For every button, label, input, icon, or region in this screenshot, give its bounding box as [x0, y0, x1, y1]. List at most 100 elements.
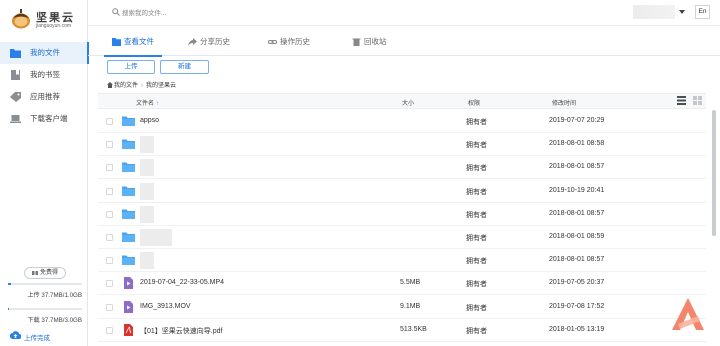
redacted-file-name[interactable] — [140, 229, 172, 246]
file-name[interactable]: appso — [140, 117, 159, 124]
file-name[interactable]: 2019-07-04_22-33-05.MP4 — [140, 279, 224, 286]
table-row[interactable]: 拥有者 2018-08-01 08:59 — [98, 226, 706, 249]
column-header-name-label: 文件名 — [136, 101, 155, 107]
folder-icon — [122, 232, 135, 242]
file-name[interactable]: 【01】坚果云快速向导.pdf — [140, 326, 222, 336]
tab-label: 分享历史 — [200, 37, 230, 46]
upload-button[interactable]: 上传 — [107, 60, 155, 74]
file-modified-time: 2018-08-01 08:57 — [549, 209, 605, 217]
tab-share-history[interactable]: 分享历史 — [188, 26, 230, 56]
folder-icon — [10, 49, 21, 58]
row-checkbox[interactable] — [106, 257, 113, 265]
file-modified-time: 2019-07-08 17:52 — [549, 302, 605, 310]
redacted-file-name[interactable] — [140, 136, 154, 154]
free-space-button[interactable]: 免费得 — [24, 267, 66, 279]
sidebar-item-label: 我的文件 — [30, 48, 60, 57]
column-header-size[interactable]: 大小 — [402, 98, 414, 107]
file-name[interactable]: IMG_3913.MOV — [140, 303, 191, 310]
file-modified-time: 2018-08-01 08:59 — [549, 233, 605, 240]
column-header-name[interactable]: 文件名 ↑ — [136, 98, 159, 107]
folder-icon — [122, 255, 135, 266]
cloud-upload-icon — [10, 331, 21, 339]
language-switch-button[interactable]: En — [695, 5, 710, 19]
table-row[interactable]: 拥有者 2018-08-01 08:57 — [98, 249, 706, 273]
new-button[interactable]: 新建 — [160, 60, 209, 74]
row-checkbox[interactable] — [106, 280, 113, 288]
redacted-file-name[interactable] — [140, 252, 154, 270]
table-row[interactable]: 拥有者 2019-10-19 20:41 — [98, 180, 706, 203]
file-size: 5.5MB — [400, 279, 421, 287]
folder-icon — [122, 116, 135, 126]
file-modified-time: 2019-10-19 20:41 — [549, 186, 605, 194]
column-header-permission: 权限 — [468, 101, 481, 107]
grid-view-icon[interactable] — [693, 96, 702, 105]
breadcrumb-root[interactable]: 我的文件 — [114, 83, 138, 89]
file-permission: 拥有者 — [466, 304, 487, 312]
sidebar: 坚果云 jianguoyun.com 我的文件 我的书签 应用推荐 下载客户端 … — [0, 0, 89, 346]
column-header-modified[interactable]: 修改时间 — [552, 98, 576, 107]
list-view-icon[interactable] — [677, 96, 686, 105]
file-permission: 拥有者 — [466, 142, 487, 150]
chevron-down-icon[interactable] — [679, 10, 685, 14]
file-permission: 拥有者 — [466, 281, 487, 289]
table-row[interactable]: 拥有者 2018-08-01 08:57 — [98, 156, 706, 180]
tab-operation-history[interactable]: 操作历史 — [268, 26, 310, 56]
sidebar-nav: 我的文件 我的书签 应用推荐 下载客户端 — [0, 42, 89, 130]
file-modified-time: 2019-07-07 20:29 — [549, 117, 605, 124]
row-checkbox[interactable] — [106, 326, 113, 334]
download-quota: 下载 37.7MB/3.0GB — [8, 308, 82, 324]
download-quota-text: 下载 37.7MB/3.0GB — [27, 317, 82, 324]
table-row[interactable]: appso 拥有者 2019-07-07 20:29 — [98, 110, 706, 133]
download-quota-bar — [8, 308, 82, 310]
sidebar-item-download-client[interactable]: 下载客户端 — [0, 108, 88, 130]
row-checkbox[interactable] — [106, 118, 113, 125]
free-space-label: 免费得 — [39, 270, 58, 276]
table-row[interactable]: 【01】坚果云快速向导.pdf 513.5KB 拥有者 2018-01-05 13:1… — [98, 319, 706, 342]
sidebar-item-my-files[interactable]: 我的文件 — [0, 42, 89, 64]
folder-icon — [122, 186, 135, 196]
row-checkbox[interactable] — [106, 303, 113, 311]
app-logo[interactable]: 坚果云 jianguoyun.com — [10, 6, 86, 32]
table-row[interactable]: 2019-07-04_22-33-05.MP4 5.5MB 拥有者 2019-07-0… — [98, 272, 706, 296]
table-row[interactable]: IMG_3913.MOV 9.1MB 拥有者 2019-07-08 17:52 — [98, 296, 706, 319]
scrollbar[interactable] — [712, 110, 716, 236]
tab-view-files[interactable]: 查看文件 — [104, 26, 162, 57]
download-quota-fill — [8, 308, 9, 310]
redacted-file-name[interactable] — [140, 182, 154, 200]
folder-tab-icon — [112, 38, 121, 46]
trash-icon — [352, 38, 361, 46]
tab-label: 操作历史 — [280, 37, 310, 46]
upload-status[interactable]: 上传完成 — [10, 331, 50, 342]
app-domain: jianguoyun.com — [36, 23, 72, 29]
tab-bar: 查看文件 分享历史 操作历史 回收站 — [88, 26, 720, 57]
row-checkbox[interactable] — [106, 234, 113, 241]
file-modified-time: 2018-08-01 08:58 — [549, 140, 605, 148]
sidebar-item-label: 我的书签 — [30, 70, 60, 79]
table-row[interactable]: 拥有者 2018-08-01 08:57 — [98, 203, 706, 226]
file-size: 513.5KB — [400, 325, 427, 333]
bookmark-icon — [11, 70, 20, 80]
breadcrumb: 我的文件 › 我的坚果云 — [107, 80, 176, 89]
tag-icon — [10, 92, 21, 102]
table-row[interactable]: 拥有者 2018-08-01 08:58 — [98, 133, 706, 157]
video-file-icon — [124, 277, 133, 290]
link-icon — [268, 40, 277, 44]
redacted-file-name[interactable] — [140, 159, 154, 177]
file-permission: 拥有者 — [466, 235, 487, 242]
tab-recycle-bin[interactable]: 回收站 — [352, 26, 387, 56]
row-checkbox[interactable] — [106, 187, 113, 195]
file-modified-time: 2018-08-01 08:57 — [549, 256, 605, 264]
row-checkbox[interactable] — [106, 210, 113, 218]
sort-arrow-icon: ↑ — [156, 101, 160, 107]
row-checkbox[interactable] — [106, 164, 113, 172]
user-account[interactable] — [633, 5, 675, 19]
sidebar-item-bookmarks[interactable]: 我的书签 — [0, 64, 88, 86]
upload-quota-fill — [8, 283, 11, 285]
upload-status-text: 上传完成 — [24, 335, 50, 342]
row-checkbox[interactable] — [106, 141, 113, 149]
sidebar-item-apps[interactable]: 应用推荐 — [0, 86, 88, 108]
share-icon — [188, 38, 197, 46]
search-input[interactable] — [122, 6, 382, 20]
file-modified-time: 2018-01-05 13:19 — [549, 325, 605, 333]
redacted-file-name[interactable] — [140, 205, 154, 223]
